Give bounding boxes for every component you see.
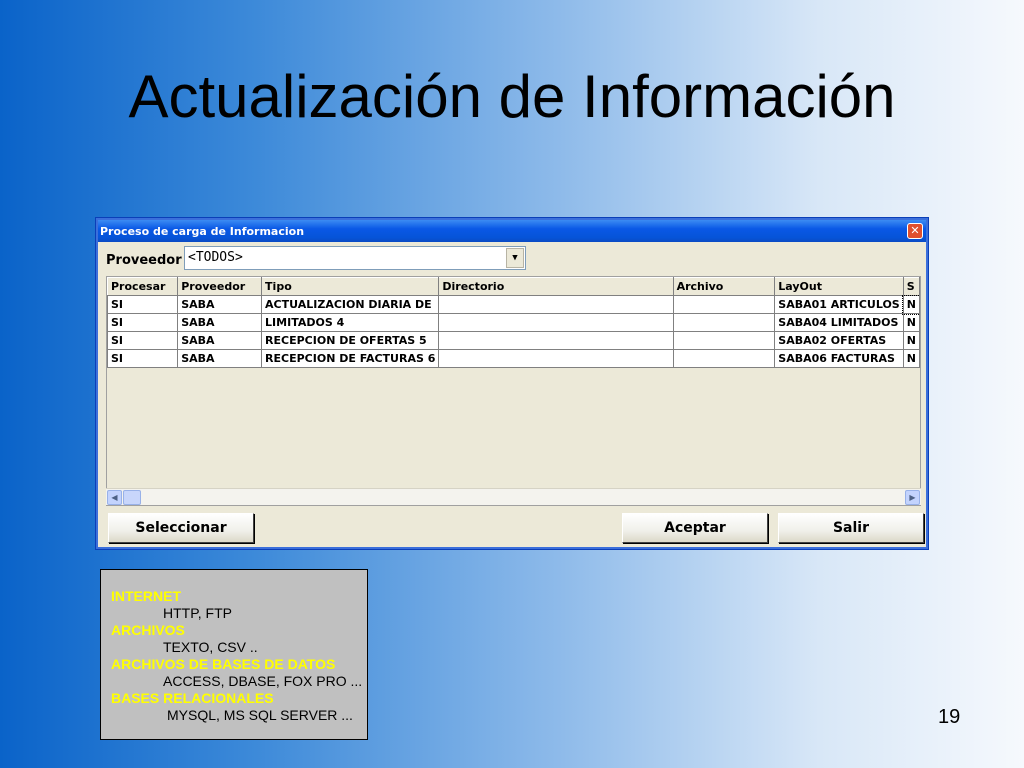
cell-s[interactable]: N bbox=[902, 313, 920, 332]
close-icon[interactable]: ✕ bbox=[907, 223, 923, 239]
table-row[interactable]: SI SABA ACTUALIZACION DIARIA DE SABA01 A… bbox=[107, 294, 920, 315]
data-grid[interactable]: Procesar Proveedor Tipo Directorio Archi… bbox=[106, 276, 921, 506]
cell-s[interactable]: N bbox=[902, 349, 920, 368]
slide-title: Actualización de Información bbox=[128, 63, 896, 130]
cell-archivo[interactable] bbox=[672, 331, 776, 350]
grid-table: Procesar Proveedor Tipo Directorio Archi… bbox=[107, 277, 920, 368]
data-sources-box: INTERNET HTTP, FTP ARCHIVOS TEXTO, CSV .… bbox=[100, 569, 368, 740]
proveedor-label: Proveedor bbox=[106, 253, 182, 268]
table-row[interactable]: SI SABA RECEPCION DE OFERTAS 5 SABA02 OF… bbox=[107, 331, 920, 350]
cell-directorio[interactable] bbox=[438, 313, 674, 332]
cell-tipo[interactable]: RECEPCION DE FACTURAS 6 bbox=[261, 349, 440, 368]
page-number: 19 bbox=[938, 706, 961, 728]
category-label: ARCHIVOS DE BASES DE DATOS bbox=[111, 656, 336, 672]
cell-layout[interactable]: SABA06 FACTURAS bbox=[774, 349, 904, 368]
cell-proveedor[interactable]: SABA bbox=[177, 349, 263, 368]
grid-header-row: Procesar Proveedor Tipo Directorio Archi… bbox=[107, 277, 920, 296]
horizontal-scrollbar[interactable]: ◀ ▶ bbox=[106, 488, 921, 505]
cell-directorio[interactable] bbox=[438, 349, 674, 368]
cell-s[interactable]: N bbox=[902, 294, 920, 315]
cell-proveedor[interactable]: SABA bbox=[177, 313, 263, 332]
cell-directorio[interactable] bbox=[438, 331, 674, 350]
category-label: ARCHIVOS bbox=[111, 622, 185, 638]
cell-procesar[interactable]: SI bbox=[107, 313, 179, 332]
cell-procesar[interactable]: SI bbox=[107, 295, 179, 314]
cell-archivo[interactable] bbox=[672, 313, 776, 332]
cell-proveedor[interactable]: SABA bbox=[177, 295, 263, 314]
cell-procesar[interactable]: SI bbox=[107, 331, 179, 350]
category-detail: MYSQL, MS SQL SERVER ... bbox=[167, 707, 353, 723]
salir-button[interactable]: Salir bbox=[778, 513, 924, 543]
window-titlebar[interactable]: Proceso de carga de Informacion ✕ bbox=[98, 220, 926, 242]
cell-archivo[interactable] bbox=[672, 349, 776, 368]
cell-archivo[interactable] bbox=[672, 295, 776, 314]
cell-directorio[interactable] bbox=[438, 295, 674, 314]
column-header-layout[interactable]: LayOut bbox=[774, 277, 904, 296]
table-row[interactable]: SI SABA RECEPCION DE FACTURAS 6 SABA06 F… bbox=[107, 349, 920, 368]
column-header-directorio[interactable]: Directorio bbox=[438, 277, 674, 296]
cell-proveedor[interactable]: SABA bbox=[177, 331, 263, 350]
column-header-archivo[interactable]: Archivo bbox=[672, 277, 776, 296]
category-detail: TEXTO, CSV .. bbox=[163, 639, 258, 655]
arrow-left-icon[interactable]: ◀ bbox=[107, 490, 122, 505]
chevron-down-icon[interactable]: ▼ bbox=[506, 248, 524, 268]
cell-tipo[interactable]: ACTUALIZACION DIARIA DE bbox=[261, 295, 440, 314]
aceptar-button[interactable]: Aceptar bbox=[622, 513, 768, 543]
table-row[interactable]: SI SABA LIMITADOS 4 SABA04 LIMITADOS N bbox=[107, 313, 920, 332]
column-header-s[interactable]: S bbox=[902, 277, 920, 296]
cell-layout[interactable]: SABA02 OFERTAS bbox=[774, 331, 904, 350]
category-detail: HTTP, FTP bbox=[163, 605, 232, 621]
window-title: Proceso de carga de Informacion bbox=[100, 225, 305, 238]
cell-tipo[interactable]: RECEPCION DE OFERTAS 5 bbox=[261, 331, 440, 350]
column-header-tipo[interactable]: Tipo bbox=[261, 277, 440, 296]
column-header-procesar[interactable]: Procesar bbox=[107, 277, 179, 296]
cell-layout[interactable]: SABA01 ARTICULOS bbox=[774, 295, 904, 314]
category-detail: ACCESS, DBASE, FOX PRO ... bbox=[163, 673, 363, 689]
cell-tipo[interactable]: LIMITADOS 4 bbox=[261, 313, 440, 332]
seleccionar-button[interactable]: Seleccionar bbox=[108, 513, 254, 543]
proveedor-select-value: <TODOS> bbox=[188, 250, 243, 265]
proveedor-select[interactable]: <TODOS> ▼ bbox=[184, 246, 526, 270]
category-label: BASES RELACIONALES bbox=[111, 690, 274, 706]
dialog-window: Proceso de carga de Informacion ✕ Provee… bbox=[95, 217, 929, 550]
cell-layout[interactable]: SABA04 LIMITADOS bbox=[774, 313, 904, 332]
cell-s[interactable]: N bbox=[902, 331, 920, 350]
arrow-right-icon[interactable]: ▶ bbox=[905, 490, 920, 505]
column-header-proveedor[interactable]: Proveedor bbox=[177, 277, 263, 296]
category-label: INTERNET bbox=[111, 588, 181, 604]
scrollbar-thumb[interactable] bbox=[123, 490, 141, 505]
cell-procesar[interactable]: SI bbox=[107, 349, 179, 368]
